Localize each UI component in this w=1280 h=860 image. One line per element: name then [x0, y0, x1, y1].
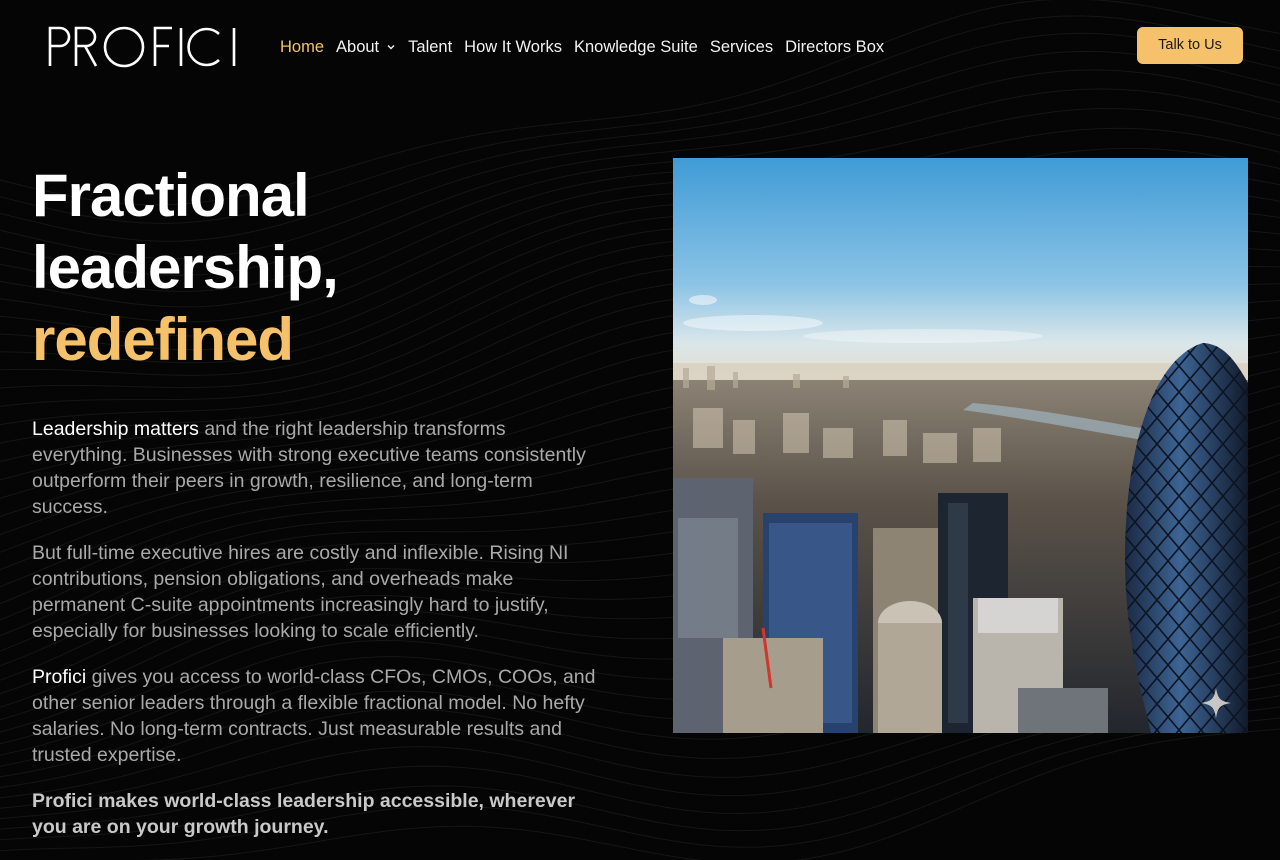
- nav-item-about[interactable]: About: [336, 36, 396, 58]
- offer-text: gives you access to world-class CFOs, CM…: [32, 666, 596, 766]
- cost-paragraph: But full-time executive hires are costly…: [32, 542, 569, 642]
- hero-copy: Leadership matters and the right leaders…: [32, 416, 598, 860]
- london-skyline-image: [673, 158, 1248, 733]
- nav-item-how-it-works[interactable]: How It Works: [464, 36, 562, 58]
- closing-statement: Profici makes world-class leadership acc…: [32, 790, 576, 838]
- site-header: Home About Talent How It Works Knowledge…: [0, 0, 1280, 92]
- nav-item-label: How It Works: [464, 38, 562, 56]
- nav-item-home[interactable]: Home: [280, 36, 324, 58]
- nav-item-directors-box[interactable]: Directors Box: [785, 36, 884, 58]
- nav-item-label: Directors Box: [785, 38, 885, 56]
- nav-item-knowledge-suite[interactable]: Knowledge Suite: [574, 36, 698, 58]
- offer-highlight: Profici: [32, 666, 87, 688]
- nav-item-label: About: [336, 38, 380, 56]
- intro-paragraph: Leadership matters and the right leaders…: [32, 416, 598, 520]
- hero-title-line-2: leadership,: [32, 234, 339, 301]
- chevron-down-icon: [387, 45, 395, 50]
- hero-title-line-1: Fractional: [32, 162, 310, 229]
- city-illustration: [673, 158, 1248, 733]
- offer-paragraph: Profici gives you access to world-class …: [32, 664, 598, 768]
- profici-logo[interactable]: [47, 22, 239, 70]
- intro-highlight: Leadership matters: [32, 418, 199, 440]
- page: Home About Talent How It Works Knowledge…: [0, 0, 1280, 860]
- nav-item-label: Services: [709, 38, 774, 56]
- talk-to-us-button[interactable]: Talk to Us: [1137, 27, 1243, 64]
- nav-item-label: Talent: [408, 38, 453, 56]
- nav-item-services[interactable]: Services: [710, 36, 773, 58]
- nav-item-label: Home: [280, 38, 325, 56]
- nav-item-talent[interactable]: Talent: [408, 36, 452, 58]
- profici-logo-wordmark: [48, 26, 236, 68]
- nav-item-label: Knowledge Suite: [573, 38, 698, 56]
- hero-title-accent: redefined: [32, 306, 294, 373]
- hero-title: Fractional leadership, redefined: [32, 160, 339, 376]
- main-nav: Home About Talent How It Works Knowledge…: [280, 36, 896, 58]
